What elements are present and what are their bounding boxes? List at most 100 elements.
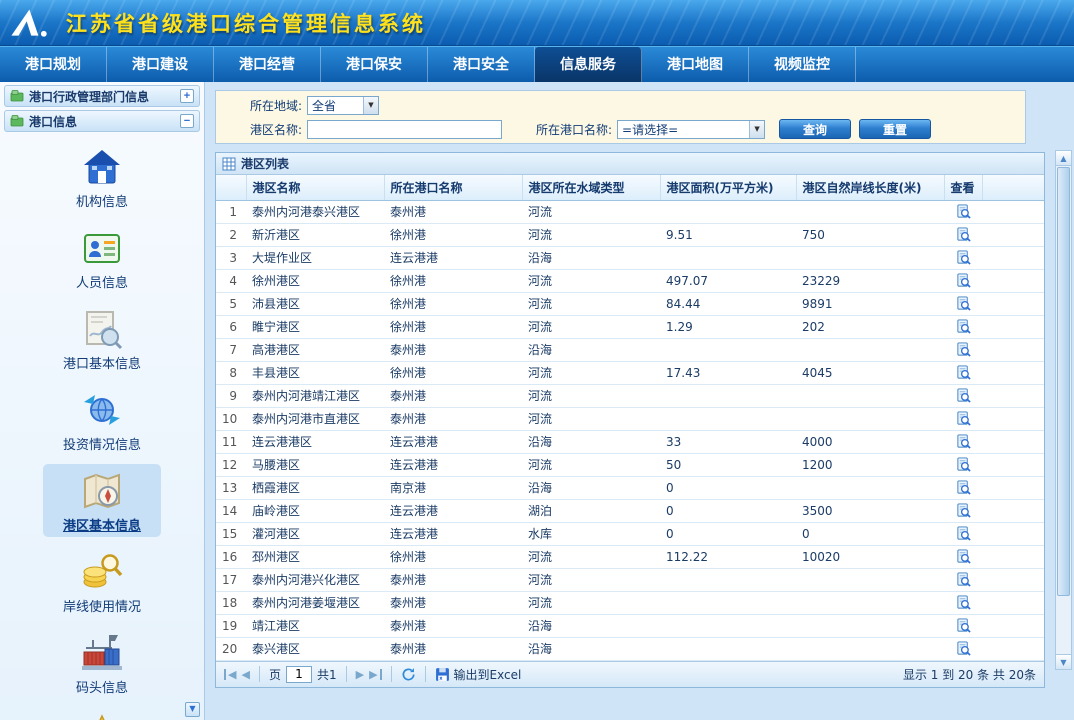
filler-cell xyxy=(982,568,1044,591)
table-row[interactable]: 19靖江港区泰州港沿海 xyxy=(216,614,1044,637)
sidebar-item[interactable] xyxy=(43,707,161,720)
table-row[interactable]: 13栖霞港区南京港沿海0 xyxy=(216,476,1044,499)
scrollbar-track[interactable] xyxy=(1056,166,1071,654)
table-row[interactable]: 9泰州内河港靖江港区泰州港河流 xyxy=(216,384,1044,407)
view-detail-icon[interactable] xyxy=(956,526,971,541)
view-detail-icon[interactable] xyxy=(956,434,971,449)
table-row[interactable]: 6睢宁港区徐州港河流1.29202 xyxy=(216,315,1044,338)
first-page-button[interactable]: ◀ xyxy=(224,669,236,680)
nav-tab[interactable]: 港口规划 xyxy=(0,47,107,82)
vertical-scrollbar[interactable]: ▲ ▼ xyxy=(1055,150,1072,670)
view-detail-icon[interactable] xyxy=(956,411,971,426)
refresh-icon[interactable] xyxy=(401,667,416,682)
sidebar-item[interactable]: 机构信息 xyxy=(43,140,161,213)
table-panel-header: 港区列表 xyxy=(216,153,1044,175)
view-detail-icon[interactable] xyxy=(956,641,971,656)
sidebar-item[interactable]: 码头信息 xyxy=(43,626,161,699)
sidebar-item-label: 岸线使用情况 xyxy=(63,596,141,615)
cell-view xyxy=(944,568,982,591)
table-row[interactable]: 12马腰港区连云港港河流501200 xyxy=(216,453,1044,476)
table-row[interactable]: 17泰州内河港兴化港区泰州港河流 xyxy=(216,568,1044,591)
sidebar-panel-port-info[interactable]: 港口信息 − xyxy=(4,110,200,132)
nav-tab[interactable]: 港口安全 xyxy=(428,47,535,82)
view-detail-icon[interactable] xyxy=(956,365,971,380)
scrollbar-thumb[interactable] xyxy=(1057,167,1070,596)
view-detail-icon[interactable] xyxy=(956,296,971,311)
view-detail-icon[interactable] xyxy=(956,204,971,219)
view-detail-icon[interactable] xyxy=(956,480,971,495)
sidebar-item[interactable]: 人员信息 xyxy=(43,221,161,294)
column-header: 所在港口名称 xyxy=(384,175,522,200)
cell-port-name: 泰州港 xyxy=(384,614,522,637)
view-detail-icon[interactable] xyxy=(956,319,971,334)
next-page-button[interactable]: ▶ xyxy=(356,669,364,680)
sidebar-panel-admin-info[interactable]: 港口行政管理部门信息 + xyxy=(4,85,200,107)
cell-area-size: 1.29 xyxy=(660,315,796,338)
view-detail-icon[interactable] xyxy=(956,388,971,403)
port-name-select-value: =请选择= xyxy=(622,121,678,138)
nav-tab[interactable]: 港口地图 xyxy=(642,47,749,82)
region-select[interactable]: 全省 ▼ xyxy=(307,96,379,115)
row-number: 10 xyxy=(216,407,246,430)
table-row[interactable]: 2新沂港区徐州港河流9.51750 xyxy=(216,223,1044,246)
view-detail-icon[interactable] xyxy=(956,273,971,288)
table-row[interactable]: 3大堤作业区连云港港沿海 xyxy=(216,246,1044,269)
table-row[interactable]: 10泰州内河港市直港区泰州港河流 xyxy=(216,407,1044,430)
port-name-select[interactable]: =请选择= ▼ xyxy=(617,120,765,139)
scroll-up-icon[interactable]: ▲ xyxy=(1056,151,1071,166)
table-row[interactable]: 20泰兴港区泰州港沿海 xyxy=(216,637,1044,660)
sidebar-scroll-down-button[interactable]: ▼ xyxy=(185,702,200,717)
nav-tab[interactable]: 港口保安 xyxy=(321,47,428,82)
filler-cell xyxy=(982,476,1044,499)
view-detail-icon[interactable] xyxy=(956,250,971,265)
table-row[interactable]: 11连云港港区连云港港沿海334000 xyxy=(216,430,1044,453)
table-row[interactable]: 5沛县港区徐州港河流84.449891 xyxy=(216,292,1044,315)
view-detail-icon[interactable] xyxy=(956,342,971,357)
table-row[interactable]: 15灌河港区连云港港水库00 xyxy=(216,522,1044,545)
view-detail-icon[interactable] xyxy=(956,503,971,518)
sidebar-item[interactable]: 岸线使用情况 xyxy=(43,545,161,618)
view-detail-icon[interactable] xyxy=(956,549,971,564)
nav-tab[interactable]: 视频监控 xyxy=(749,47,856,82)
cell-shoreline-length: 202 xyxy=(796,315,944,338)
nav-tab[interactable]: 信息服务 xyxy=(535,47,642,82)
nav-tab[interactable]: 港口建设 xyxy=(107,47,214,82)
cell-view xyxy=(944,384,982,407)
scroll-down-icon[interactable]: ▼ xyxy=(1056,654,1071,669)
cell-area-size: 17.43 xyxy=(660,361,796,384)
cell-port-name: 连云港港 xyxy=(384,430,522,453)
table-row[interactable]: 1泰州内河港泰兴港区泰州港河流 xyxy=(216,200,1044,223)
expand-panel-button[interactable]: + xyxy=(180,89,194,103)
port-area-name-input[interactable] xyxy=(307,120,502,139)
cell-area-size: 9.51 xyxy=(660,223,796,246)
nav-tab[interactable]: 港口经营 xyxy=(214,47,321,82)
cell-water-type: 沿海 xyxy=(522,614,660,637)
prev-page-button[interactable]: ◀ xyxy=(241,669,249,680)
export-excel-button[interactable]: 输出到Excel xyxy=(435,666,522,683)
view-detail-icon[interactable] xyxy=(956,618,971,633)
sidebar-item[interactable]: 港口基本信息 xyxy=(43,302,161,375)
view-detail-icon[interactable] xyxy=(956,457,971,472)
table-row[interactable]: 18泰州内河港姜堰港区泰州港河流 xyxy=(216,591,1044,614)
sidebar-item[interactable]: 港区基本信息 xyxy=(43,464,161,537)
table-row[interactable]: 8丰县港区徐州港河流17.434045 xyxy=(216,361,1044,384)
cell-shoreline-length xyxy=(796,614,944,637)
table-row[interactable]: 4徐州港区徐州港河流497.0723229 xyxy=(216,269,1044,292)
filler-cell xyxy=(982,407,1044,430)
table-row[interactable]: 7高港港区泰州港沿海 xyxy=(216,338,1044,361)
collapse-panel-button[interactable]: − xyxy=(180,114,194,128)
table-row[interactable]: 16邳州港区徐州港河流112.2210020 xyxy=(216,545,1044,568)
reset-button[interactable]: 重置 xyxy=(859,119,931,139)
view-detail-icon[interactable] xyxy=(956,572,971,587)
table-row[interactable]: 14庙岭港区连云港港湖泊03500 xyxy=(216,499,1044,522)
sidebar-item-label: 投资情况信息 xyxy=(63,434,141,453)
view-detail-icon[interactable] xyxy=(956,595,971,610)
view-detail-icon[interactable] xyxy=(956,227,971,242)
row-number: 13 xyxy=(216,476,246,499)
cell-port-name: 泰州港 xyxy=(384,338,522,361)
page-number-input[interactable] xyxy=(286,666,312,683)
last-page-button[interactable]: ▶ xyxy=(369,669,381,680)
query-button[interactable]: 查询 xyxy=(779,119,851,139)
sidebar-item[interactable]: 投资情况信息 xyxy=(43,383,161,456)
cell-view xyxy=(944,292,982,315)
